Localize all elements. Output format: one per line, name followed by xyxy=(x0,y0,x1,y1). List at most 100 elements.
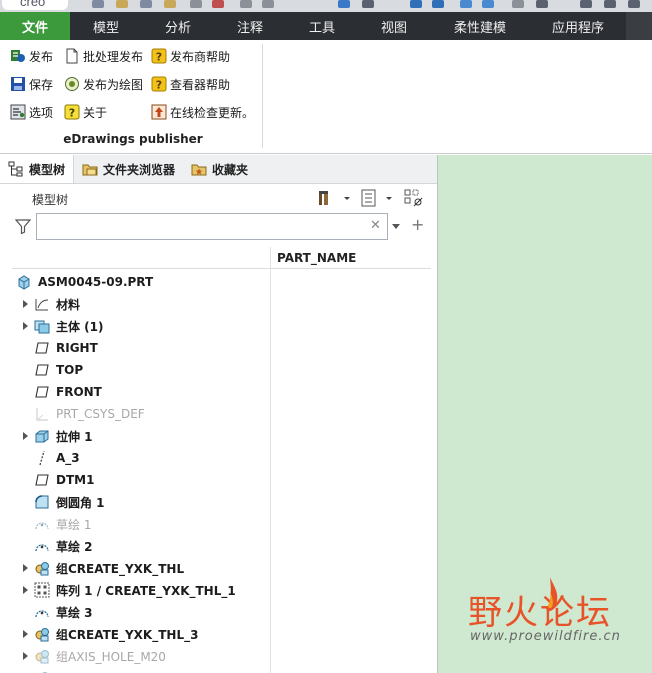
tab-folder-browser[interactable]: 文件夹浏览器 xyxy=(74,155,183,183)
expand-arrow-icon[interactable] xyxy=(22,557,32,579)
tree-item[interactable]: TOP xyxy=(12,359,270,381)
viewer-help-label: 查看器帮助 xyxy=(170,77,231,92)
expand-arrow-icon[interactable] xyxy=(22,293,32,315)
save-button[interactable]: 保存 xyxy=(10,74,53,94)
undo-icon[interactable] xyxy=(240,0,252,8)
menu-overflow xyxy=(626,12,652,40)
tree-item[interactable]: 草绘 2 xyxy=(12,535,270,557)
redo-icon[interactable] xyxy=(262,0,274,8)
tree-item[interactable]: PRT_CSYS_DEF xyxy=(12,403,270,425)
expand-arrow-icon[interactable] xyxy=(22,667,32,673)
tab-folder-browser-label: 文件夹浏览器 xyxy=(103,162,176,177)
publish-as-drawing-button[interactable]: 发布为绘图 xyxy=(64,74,143,94)
tree-settings-icon[interactable] xyxy=(318,189,352,207)
close-window-icon[interactable] xyxy=(212,0,224,8)
saved-orientations-icon[interactable] xyxy=(512,0,524,8)
tree-item[interactable]: 阵列 1 / CREATE_YXK_THL_1 xyxy=(12,579,270,601)
tree-item-label: 材料 xyxy=(56,297,81,312)
online-update-button[interactable]: 在线检查更新。 xyxy=(151,102,254,122)
model-tree-header: 模型树 xyxy=(0,185,437,211)
expand-arrow-icon[interactable] xyxy=(22,645,32,667)
back-icon[interactable] xyxy=(460,0,472,8)
publisher-help-button[interactable]: ? 发布商帮助 xyxy=(151,46,230,66)
tree-item[interactable]: DTM1 xyxy=(12,469,270,491)
batch-publish-label: 批处理发布 xyxy=(83,49,144,64)
publish-icon xyxy=(10,48,26,64)
viewer-help-button[interactable]: ? 查看器帮助 xyxy=(151,74,230,94)
tree-item-label: 倒圆角 1 xyxy=(56,495,105,510)
model-tree: PART_NAME ASM0045-09.PRT 材料主体 (1) RIGHT TOP… xyxy=(12,247,431,673)
refit-icon[interactable] xyxy=(338,0,350,8)
tree-item[interactable]: RIGHT xyxy=(12,337,270,359)
tab-model-tree[interactable]: 模型树 xyxy=(0,155,75,183)
tree-item[interactable]: FRONT xyxy=(12,381,270,403)
tab-applications[interactable]: 应用程序 xyxy=(530,12,626,40)
options-button[interactable]: 选项 xyxy=(10,102,53,122)
regenerate-icon[interactable] xyxy=(164,0,176,8)
column-header-part-name[interactable]: PART_NAME xyxy=(277,251,356,265)
tab-model[interactable]: 模型 xyxy=(70,12,142,40)
tree-item[interactable]: 主体 (1) xyxy=(12,315,270,337)
open-icon[interactable] xyxy=(116,0,128,8)
extrude-icon xyxy=(34,428,50,444)
expand-arrow-icon[interactable] xyxy=(22,579,32,601)
datum-display-icon[interactable] xyxy=(410,0,422,8)
clear-filter-icon[interactable]: ✕ xyxy=(370,218,381,233)
tree-item[interactable]: 材料 xyxy=(12,293,270,315)
publish-label: 发布 xyxy=(29,49,54,64)
tab-file[interactable]: 文件 xyxy=(0,12,70,40)
tree-item-label: ASM0045-09.PRT xyxy=(38,275,154,289)
tab-view[interactable]: 视图 xyxy=(358,12,430,40)
next-icon[interactable] xyxy=(580,0,592,8)
tree-item[interactable]: A_3 xyxy=(12,447,270,469)
expand-arrow-icon[interactable] xyxy=(22,623,32,645)
tree-item[interactable]: 草绘 3 xyxy=(12,601,270,623)
tree-item[interactable]: 拉伸 1 xyxy=(12,425,270,447)
tab-annotate[interactable]: 注释 xyxy=(214,12,286,40)
svg-text:?: ? xyxy=(156,51,162,64)
tree-item-label: 拉伸 1 xyxy=(56,429,93,444)
add-filter-icon[interactable]: + xyxy=(411,215,424,234)
graphics-window[interactable]: 野火论坛 www.proewildfire.cn xyxy=(437,155,652,673)
filter-dropdown-icon[interactable] xyxy=(392,224,400,229)
view-icon[interactable] xyxy=(362,0,374,8)
save-label: 保存 xyxy=(29,77,54,92)
expand-arrow-icon[interactable] xyxy=(22,315,32,337)
tree-item[interactable]: 组AXIS_HOLE_M20_1 xyxy=(12,667,270,673)
tree-item[interactable]: 组CREATE_YXK_THL_3 xyxy=(12,623,270,645)
tree-item[interactable]: 组AXIS_HOLE_M20 xyxy=(12,645,270,667)
display-style-icon[interactable] xyxy=(536,0,548,8)
filter-input[interactable] xyxy=(36,213,388,240)
column-separator[interactable] xyxy=(270,247,271,673)
tree-item[interactable]: 组CREATE_YXK_THL xyxy=(12,557,270,579)
show-hide-icon[interactable] xyxy=(404,189,426,207)
model-tree-icon xyxy=(8,161,24,177)
datum-plane-icon xyxy=(34,362,50,378)
tab-favorites[interactable]: 收藏夹 xyxy=(183,155,256,183)
windows-icon[interactable] xyxy=(190,0,202,8)
previous-icon[interactable] xyxy=(604,0,616,8)
save-icon[interactable] xyxy=(140,0,152,8)
spin-center-icon[interactable] xyxy=(432,0,444,8)
tree-item[interactable]: ASM0045-09.PRT xyxy=(12,271,270,293)
tree-item[interactable]: 草绘 1 xyxy=(12,513,270,535)
about-button[interactable]: ? 关于 xyxy=(64,102,107,122)
watermark-url: www.proewildfire.cn xyxy=(470,629,621,644)
tab-tools[interactable]: 工具 xyxy=(286,12,358,40)
tab-analysis[interactable]: 分析 xyxy=(142,12,214,40)
tree-item[interactable]: 倒圆角 1 xyxy=(12,491,270,513)
publish-button[interactable]: 发布 xyxy=(10,46,53,66)
about-label: 关于 xyxy=(83,105,108,120)
print-icon[interactable] xyxy=(628,0,640,8)
folder-icon xyxy=(82,161,98,177)
tree-columns-icon[interactable] xyxy=(360,189,394,207)
tab-flexible-modeling[interactable]: 柔性建模 xyxy=(430,12,530,40)
new-icon[interactable] xyxy=(92,0,104,8)
batch-publish-button[interactable]: 批处理发布 xyxy=(64,46,143,66)
floppy-disk-icon xyxy=(10,76,26,92)
expand-arrow-icon[interactable] xyxy=(22,425,32,447)
tree-item-label: 主体 (1) xyxy=(56,319,104,334)
forward-icon[interactable] xyxy=(482,0,494,8)
